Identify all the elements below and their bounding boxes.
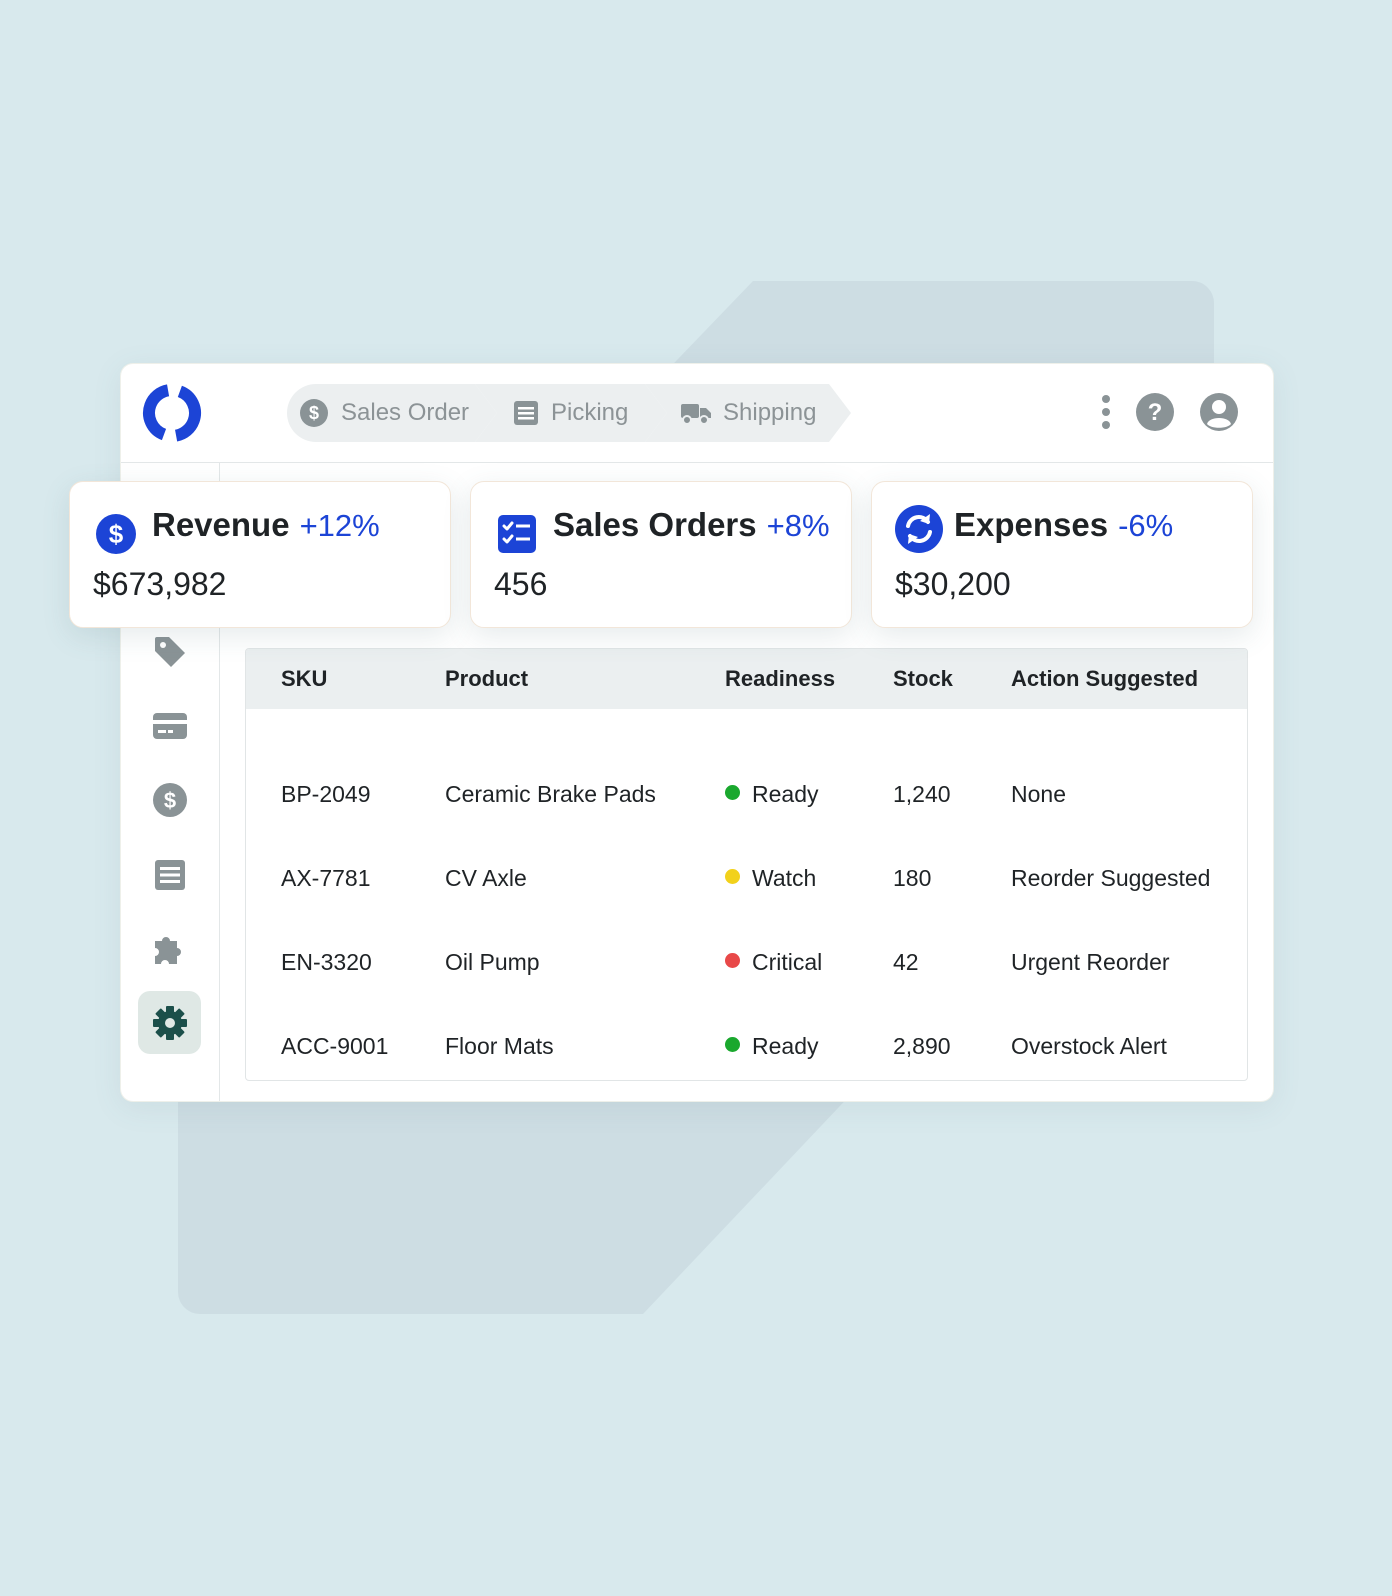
cell-action: Urgent Reorder: [1011, 949, 1170, 975]
card-change: -6%: [1118, 508, 1174, 543]
sidebar-item-tags[interactable]: [138, 620, 201, 683]
list-doc-icon: [514, 401, 538, 425]
card-value: 456: [494, 566, 548, 602]
cell-product: Oil Pump: [445, 949, 540, 975]
table-row[interactable]: AX-7781 CV Axle Watch 180 Reorder Sugges…: [246, 836, 1247, 920]
card-sales-orders[interactable]: Sales Orders +8% 456: [470, 481, 852, 628]
svg-text:$: $: [309, 403, 319, 423]
document-icon: [154, 859, 185, 890]
dollar-circle-icon: $: [300, 399, 328, 427]
cell-stock: 180: [893, 865, 932, 891]
readiness-label: Watch: [752, 865, 817, 891]
step-label: Sales Order: [341, 399, 470, 426]
table-row[interactable]: ACC-9001 Floor Mats Ready 2,890 Overstoc…: [246, 1004, 1247, 1080]
card-label: Expenses -6%: [954, 506, 1173, 544]
dollar-circle-icon: $: [152, 782, 187, 817]
card-revenue[interactable]: $ Revenue +12% $673,982: [69, 481, 451, 628]
status-dot-ready: [725, 1037, 740, 1053]
svg-text:?: ?: [1148, 399, 1163, 426]
status-dot-watch: [725, 869, 740, 885]
table-row[interactable]: EN-3320 Oil Pump Critical 42 Urgent Reor…: [246, 920, 1247, 1004]
column-header-stock[interactable]: Stock: [893, 649, 953, 709]
refresh-icon: [895, 505, 943, 553]
card-title: Expenses: [954, 506, 1109, 543]
checklist-icon: [498, 515, 536, 553]
column-header-action[interactable]: Action Suggested: [1011, 649, 1198, 709]
user-avatar-icon[interactable]: [1199, 392, 1239, 432]
cell-action: Reorder Suggested: [1011, 865, 1211, 891]
cell-sku: BP-2049: [281, 781, 371, 807]
card-change: +8%: [766, 508, 830, 543]
cell-product: CV Axle: [445, 865, 527, 891]
card-label: Revenue +12%: [152, 506, 380, 544]
card-change: +12%: [299, 508, 380, 543]
column-header-sku[interactable]: SKU: [281, 649, 327, 709]
cell-readiness: Ready: [725, 1004, 819, 1080]
more-vertical-icon[interactable]: [1101, 394, 1111, 430]
cell-sku: ACC-9001: [281, 1033, 389, 1059]
status-dot-critical: [725, 953, 740, 969]
step-sales-order[interactable]: $ Sales Order: [287, 384, 497, 442]
step-label: Shipping: [723, 399, 817, 426]
cell-readiness: Critical: [725, 920, 822, 1004]
svg-text:$: $: [109, 519, 124, 549]
cell-action: None: [1011, 781, 1066, 807]
column-header-readiness[interactable]: Readiness: [725, 649, 835, 709]
cell-product: Ceramic Brake Pads: [445, 781, 656, 807]
cell-stock: 2,890: [893, 1033, 951, 1059]
readiness-label: Ready: [752, 781, 819, 807]
cell-stock: 1,240: [893, 781, 951, 807]
cell-action: Overstock Alert: [1011, 1033, 1167, 1059]
card-title: Sales Orders: [553, 506, 757, 543]
table-row[interactable]: BP-2049 Ceramic Brake Pads Ready 1,240 N…: [246, 752, 1247, 836]
top-bar: $ Sales Order Picking Shipping ?: [121, 364, 1273, 463]
sidebar-item-payments[interactable]: [138, 694, 201, 757]
column-header-product[interactable]: Product: [445, 649, 528, 709]
gear-icon: [152, 1005, 187, 1040]
card-value: $30,200: [895, 566, 1011, 602]
app-logo-icon[interactable]: [142, 383, 202, 443]
readiness-label: Critical: [752, 949, 823, 975]
step-picking[interactable]: Picking: [475, 384, 667, 442]
sidebar-item-finance[interactable]: $: [138, 768, 201, 831]
app-window: $ Sales Order Picking Shipping ? $ SKU P…: [121, 364, 1273, 1101]
puzzle-icon: [154, 936, 181, 964]
truck-icon: [681, 404, 711, 425]
svg-text:$: $: [163, 788, 175, 813]
cell-sku: AX-7781: [281, 865, 371, 891]
card-expenses[interactable]: Expenses -6% $30,200: [871, 481, 1253, 628]
card-label: Sales Orders +8%: [553, 506, 830, 544]
step-shipping[interactable]: Shipping: [645, 384, 851, 442]
step-label: Picking: [551, 399, 629, 426]
readiness-label: Ready: [752, 1033, 819, 1059]
sidebar-item-documents[interactable]: [138, 843, 201, 906]
sidebar-item-settings[interactable]: [138, 991, 201, 1054]
cell-readiness: Watch: [725, 836, 816, 920]
cell-sku: EN-3320: [281, 949, 372, 975]
card-value: $673,982: [93, 566, 227, 602]
inventory-table: SKU Product Readiness Stock Action Sugge…: [245, 648, 1248, 1081]
status-dot-ready: [725, 785, 740, 801]
credit-card-icon: [152, 712, 187, 739]
cell-stock: 42: [893, 949, 919, 975]
dollar-circle-icon: $: [96, 514, 136, 554]
help-icon[interactable]: ?: [1135, 392, 1175, 432]
top-actions: ?: [1101, 392, 1239, 432]
cell-readiness: Ready: [725, 752, 818, 836]
sidebar-item-integrations[interactable]: [138, 917, 201, 980]
cell-product: Floor Mats: [445, 1033, 554, 1059]
table-header: SKU Product Readiness Stock Action Sugge…: [246, 649, 1247, 709]
card-title: Revenue: [152, 506, 290, 543]
tag-icon: [154, 636, 185, 667]
